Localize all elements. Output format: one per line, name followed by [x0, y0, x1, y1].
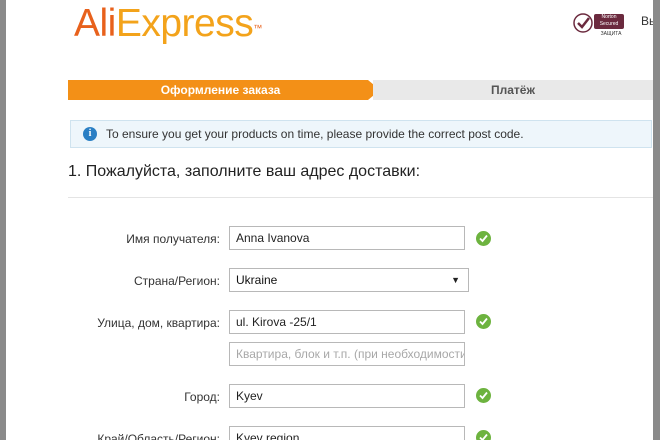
norton-check-icon [573, 13, 593, 33]
region-input[interactable]: Kyev region [229, 426, 465, 440]
street2-input[interactable]: Квартира, блок и т.п. (при необходимости… [229, 342, 465, 366]
divider [68, 197, 653, 198]
country-select[interactable]: Ukraine ▼ [229, 268, 469, 292]
recipient-label: Имя получателя: [126, 232, 220, 246]
section-title: 1. Пожалуйста, заполните ваш адрес доста… [68, 163, 421, 180]
step-order: Оформление заказа [68, 80, 373, 100]
check-icon [476, 314, 491, 329]
check-icon [476, 388, 491, 403]
city-input[interactable]: Kyev [229, 384, 465, 408]
checkout-steps: Оформление заказа Платёж [68, 80, 653, 100]
postcode-notice: i To ensure you get your products on tim… [70, 120, 652, 148]
chevron-down-icon: ▼ [451, 275, 460, 285]
check-icon [476, 231, 491, 246]
street-input[interactable]: ul. Kirova -25/1 [229, 310, 465, 334]
header-user-link[interactable]: Вы [641, 14, 653, 28]
country-label: Страна/Регион: [133, 274, 220, 288]
info-icon: i [83, 127, 97, 141]
aliexpress-logo[interactable]: AliExpress™ [74, 2, 262, 46]
recipient-input[interactable]: Anna Ivanova [229, 226, 465, 250]
region-label: Край/Область/Регион: [97, 432, 220, 440]
norton-secured-badge: Norton Secured ЗАЩИТА [572, 12, 628, 38]
notice-text: To ensure you get your products on time,… [106, 127, 524, 141]
step-payment: Платёж [373, 80, 653, 100]
checkout-page: AliExpress™ Norton Secured ЗАЩИТА Вы Офо… [6, 0, 653, 440]
street-label: Улица, дом, квартира: [97, 316, 220, 330]
check-icon [476, 430, 491, 440]
city-label: Город: [184, 390, 220, 404]
